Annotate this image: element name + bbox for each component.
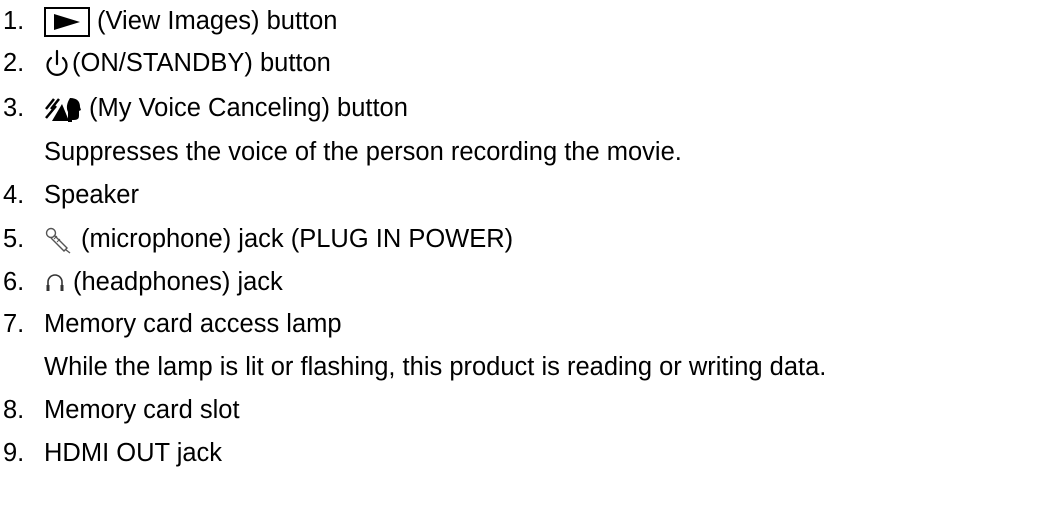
item-label: Memory card access lamp: [44, 310, 342, 339]
item-number: 9.: [3, 439, 25, 468]
item-number: 4.: [3, 181, 25, 210]
my-voice-canceling-icon: [44, 96, 82, 122]
power-icon: [44, 49, 70, 79]
item-number: 2.: [3, 49, 25, 78]
list-item-power: 2. (ON/STANDBY) button: [0, 42, 331, 86]
list-item-headphones-jack: 6. (headphones) jack: [0, 261, 283, 305]
item-number: 3.: [3, 94, 25, 123]
play-triangle-icon: [44, 7, 90, 37]
item-label: (My Voice Canceling) button: [89, 94, 408, 123]
list-item-speaker: 4. Speaker: [0, 174, 139, 218]
list-item-my-voice-canceling: 3. (My Voice Canceling) button: [0, 87, 408, 131]
item-description: Suppresses the voice of the person recor…: [44, 138, 682, 167]
headphones-icon: [44, 271, 66, 295]
item-label: HDMI OUT jack: [44, 439, 223, 468]
item-label: Speaker: [44, 181, 139, 210]
item-description: While the lamp is lit or flashing, this …: [44, 353, 827, 382]
microphone-icon: [44, 226, 74, 254]
parts-list: 1. (View Images) button 2. (ON/STANDBY) …: [0, 0, 1038, 519]
item-label: (headphones) jack: [73, 268, 283, 297]
list-item-hdmi-out-jack: 9. HDMI OUT jack: [0, 432, 222, 476]
item-number: 1.: [3, 7, 25, 36]
item-number: 8.: [3, 396, 25, 425]
list-item-access-lamp: 7. Memory card access lamp: [0, 303, 342, 347]
list-item-view-images: 1. (View Images) button: [0, 0, 337, 44]
item-number: 7.: [3, 310, 25, 339]
list-item-microphone-jack: 5. (microphone) jack (PLUG IN POWER): [0, 218, 513, 262]
item-number: 6.: [3, 268, 25, 297]
item-label: (View Images) button: [97, 7, 338, 36]
item-label: (ON/STANDBY) button: [72, 49, 331, 78]
item-number: 5.: [3, 225, 25, 254]
list-item-memory-card-slot: 8. Memory card slot: [0, 389, 240, 433]
item-label: (microphone) jack (PLUG IN POWER): [81, 225, 514, 254]
item-label: Memory card slot: [44, 396, 240, 425]
